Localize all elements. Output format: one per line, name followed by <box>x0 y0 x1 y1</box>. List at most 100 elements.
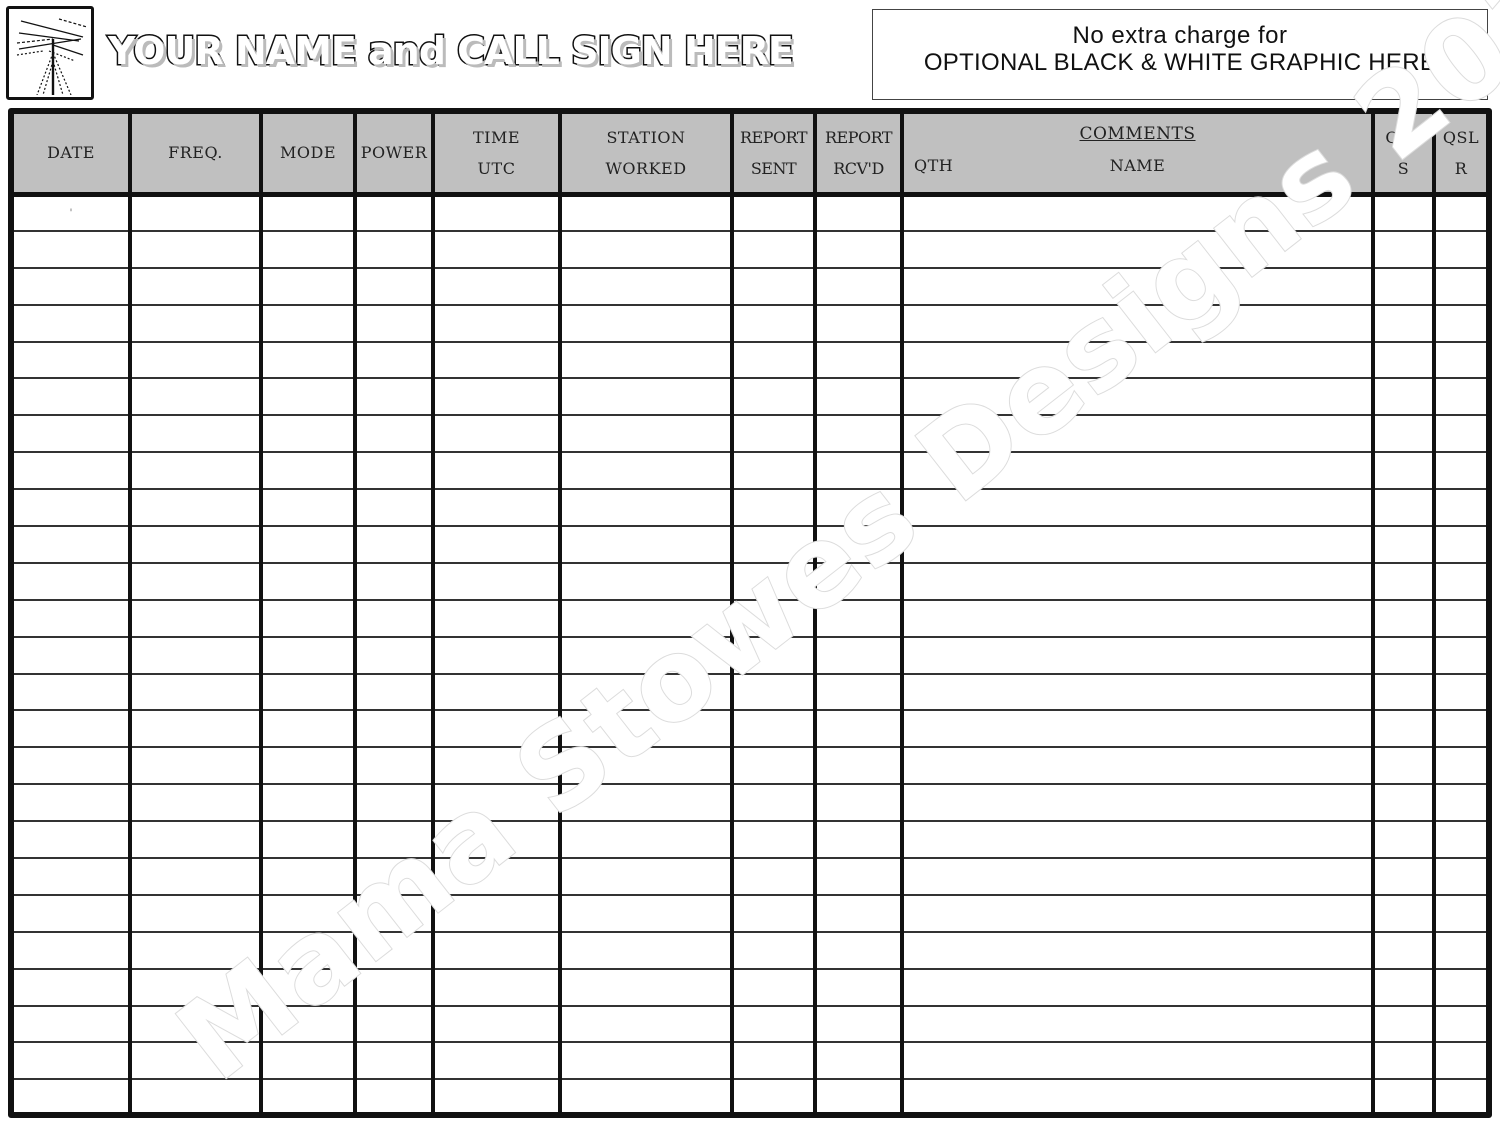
cell-report-sent[interactable] <box>730 1004 815 1043</box>
cell-freq[interactable] <box>128 1041 261 1080</box>
cell-report-rcvd[interactable] <box>813 672 902 711</box>
cell-qsl-sent[interactable] <box>1371 451 1434 490</box>
cell-mode[interactable] <box>259 451 355 490</box>
cell-power[interactable] <box>353 488 433 527</box>
cell-qsl-received[interactable] <box>1432 820 1486 859</box>
cell-power[interactable] <box>353 525 433 563</box>
cell-date[interactable] <box>14 598 130 637</box>
cell-freq[interactable] <box>128 783 261 822</box>
cell-report-sent[interactable] <box>730 194 815 231</box>
cell-date[interactable] <box>14 303 130 342</box>
cell-date[interactable] <box>14 635 130 674</box>
cell-qsl-sent[interactable] <box>1371 598 1434 637</box>
cell-time-utc[interactable] <box>431 266 560 305</box>
cell-time-utc[interactable] <box>431 1004 560 1043</box>
cell-report-sent[interactable] <box>730 303 815 342</box>
cell-date[interactable] <box>14 746 130 785</box>
cell-report-sent[interactable] <box>730 266 815 305</box>
cell-date[interactable] <box>14 967 130 1006</box>
cell-qsl-received[interactable] <box>1432 194 1486 231</box>
cell-qsl-received[interactable] <box>1432 229 1486 268</box>
cell-freq[interactable] <box>128 709 261 748</box>
cell-report-rcvd[interactable] <box>813 451 902 490</box>
cell-station-worked[interactable] <box>558 414 732 453</box>
cell-station-worked[interactable] <box>558 857 732 895</box>
cell-station-worked[interactable] <box>558 893 732 932</box>
cell-qsl-sent[interactable] <box>1371 340 1434 379</box>
cell-freq[interactable] <box>128 746 261 785</box>
cell-station-worked[interactable] <box>558 229 732 268</box>
cell-time-utc[interactable] <box>431 377 560 416</box>
cell-power[interactable] <box>353 746 433 785</box>
cell-report-sent[interactable] <box>730 1041 815 1080</box>
cell-qsl-received[interactable] <box>1432 1004 1486 1043</box>
cell-time-utc[interactable] <box>431 303 560 342</box>
cell-mode[interactable] <box>259 930 355 969</box>
cell-power[interactable] <box>353 857 433 895</box>
cell-comments[interactable] <box>900 303 1373 342</box>
cell-qsl-received[interactable] <box>1432 377 1486 416</box>
cell-comments[interactable] <box>900 783 1373 822</box>
cell-freq[interactable] <box>128 635 261 674</box>
cell-report-sent[interactable] <box>730 893 815 932</box>
cell-qsl-received[interactable] <box>1432 857 1486 895</box>
cell-date[interactable] <box>14 857 130 895</box>
cell-report-rcvd[interactable] <box>813 340 902 379</box>
cell-report-rcvd[interactable] <box>813 377 902 416</box>
cell-time-utc[interactable] <box>431 561 560 600</box>
cell-qsl-sent[interactable] <box>1371 561 1434 600</box>
cell-time-utc[interactable] <box>431 525 560 563</box>
cell-report-rcvd[interactable] <box>813 1078 902 1117</box>
cell-report-rcvd[interactable] <box>813 598 902 637</box>
cell-qsl-received[interactable] <box>1432 930 1486 969</box>
cell-station-worked[interactable] <box>558 930 732 969</box>
cell-date[interactable] <box>14 451 130 490</box>
cell-power[interactable] <box>353 930 433 969</box>
cell-time-utc[interactable] <box>431 451 560 490</box>
cell-time-utc[interactable] <box>431 672 560 711</box>
cell-qsl-sent[interactable] <box>1371 1004 1434 1043</box>
cell-mode[interactable] <box>259 598 355 637</box>
cell-power[interactable] <box>353 672 433 711</box>
cell-mode[interactable] <box>259 857 355 895</box>
cell-time-utc[interactable] <box>431 229 560 268</box>
cell-mode[interactable] <box>259 229 355 268</box>
cell-report-sent[interactable] <box>730 930 815 969</box>
cell-power[interactable] <box>353 967 433 1006</box>
cell-qsl-received[interactable] <box>1432 1041 1486 1080</box>
cell-report-sent[interactable] <box>730 525 815 563</box>
cell-date[interactable] <box>14 340 130 379</box>
cell-time-utc[interactable] <box>431 820 560 859</box>
cell-report-rcvd[interactable] <box>813 1004 902 1043</box>
cell-comments[interactable] <box>900 340 1373 379</box>
cell-station-worked[interactable] <box>558 340 732 379</box>
cell-date[interactable] <box>14 1004 130 1043</box>
cell-station-worked[interactable] <box>558 266 732 305</box>
cell-report-rcvd[interactable] <box>813 525 902 563</box>
cell-qsl-sent[interactable] <box>1371 229 1434 268</box>
cell-qsl-received[interactable] <box>1432 893 1486 932</box>
cell-report-sent[interactable] <box>730 635 815 674</box>
cell-mode[interactable] <box>259 746 355 785</box>
cell-power[interactable] <box>353 635 433 674</box>
cell-date[interactable] <box>14 672 130 711</box>
cell-comments[interactable] <box>900 672 1373 711</box>
cell-power[interactable] <box>353 194 433 231</box>
cell-report-rcvd[interactable] <box>813 893 902 932</box>
cell-date[interactable]: ' <box>14 194 130 231</box>
cell-mode[interactable] <box>259 525 355 563</box>
cell-report-rcvd[interactable] <box>813 266 902 305</box>
cell-station-worked[interactable] <box>558 746 732 785</box>
cell-report-sent[interactable] <box>730 709 815 748</box>
cell-report-sent[interactable] <box>730 414 815 453</box>
cell-date[interactable] <box>14 893 130 932</box>
cell-report-sent[interactable] <box>730 746 815 785</box>
cell-station-worked[interactable] <box>558 672 732 711</box>
cell-comments[interactable] <box>900 930 1373 969</box>
cell-qsl-received[interactable] <box>1432 635 1486 674</box>
cell-qsl-received[interactable] <box>1432 340 1486 379</box>
cell-freq[interactable] <box>128 857 261 895</box>
cell-power[interactable] <box>353 1041 433 1080</box>
cell-date[interactable] <box>14 266 130 305</box>
cell-comments[interactable] <box>900 561 1373 600</box>
